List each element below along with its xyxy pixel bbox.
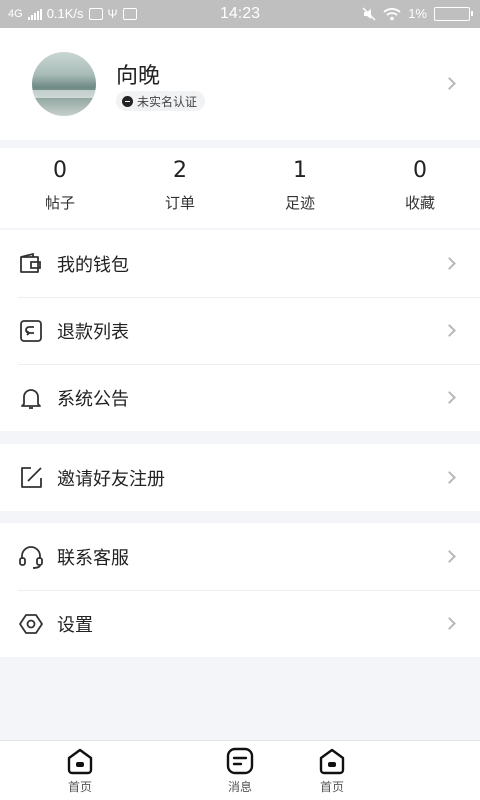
- tab-messages[interactable]: 消息: [210, 747, 270, 795]
- tab-home-secondary[interactable]: 首页: [302, 747, 362, 795]
- menu-label: 退款列表: [57, 322, 129, 343]
- menu-item-invite[interactable]: 邀请好友注册: [0, 444, 480, 511]
- message-icon: [226, 747, 254, 775]
- edit-share-icon: [21, 467, 42, 488]
- battery-level: 1%: [408, 6, 427, 21]
- home-icon: [67, 748, 93, 775]
- verify-status-badge[interactable]: 未实名认证: [116, 91, 206, 111]
- stat-value: 2: [173, 158, 187, 183]
- stat-label: 收藏: [404, 194, 435, 212]
- tab-label: 首页: [67, 780, 92, 794]
- battery-icon: [434, 6, 473, 21]
- stat-orders[interactable]: 2 订单: [140, 158, 220, 213]
- chevron-right-icon: [443, 550, 456, 563]
- chevron-right-icon: [443, 77, 456, 90]
- stat-footprints[interactable]: 1 足迹: [260, 158, 340, 213]
- menu-item-wallet[interactable]: 我的钱包: [0, 230, 480, 297]
- menu-label: 系统公告: [57, 389, 129, 410]
- tab-label: 消息: [227, 780, 252, 794]
- settings-icon: [19, 614, 43, 634]
- wallet-icon: [20, 252, 41, 273]
- stat-label: 足迹: [284, 194, 315, 212]
- bell-icon: [21, 389, 41, 409]
- verify-status-label: 未实名认证: [137, 94, 198, 109]
- status-bar: 4G 0.1K/s Ψ 14:23 1%: [0, 0, 480, 28]
- menu-item-refunds[interactable]: 退款列表: [0, 297, 480, 364]
- menu-group-invite: 邀请好友注册: [0, 444, 480, 511]
- mute-icon: [362, 6, 376, 21]
- headset-icon: [19, 546, 43, 569]
- stat-label: 帖子: [44, 194, 75, 212]
- chevron-right-icon: [443, 617, 456, 630]
- stat-posts[interactable]: 0 帖子: [20, 158, 100, 213]
- chevron-right-icon: [443, 391, 456, 404]
- refund-icon: [20, 320, 42, 342]
- menu-group-account: 我的钱包 退款列表 系统公告: [0, 230, 480, 431]
- menu-label: 邀请好友注册: [57, 469, 165, 490]
- stat-value: 0: [53, 158, 67, 183]
- tab-label: 首页: [319, 780, 344, 794]
- chevron-right-icon: [443, 471, 456, 484]
- bottom-tab-bar: 首页 消息 首页: [0, 740, 480, 800]
- chevron-right-icon: [443, 257, 456, 270]
- minus-circle-icon: [122, 95, 133, 107]
- menu-item-announcements[interactable]: 系统公告: [0, 364, 480, 431]
- home-icon: [319, 748, 345, 775]
- username: 向晚: [116, 64, 161, 89]
- stat-label: 订单: [164, 194, 195, 212]
- menu-label: 我的钱包: [57, 255, 129, 276]
- wifi-icon: [383, 7, 401, 20]
- profile-header[interactable]: 向晚 未实名认证: [0, 28, 480, 140]
- menu-group-support: 联系客服 设置: [0, 523, 480, 657]
- menu-item-settings[interactable]: 设置: [0, 590, 480, 657]
- menu-label: 设置: [57, 615, 93, 636]
- menu-item-support[interactable]: 联系客服: [0, 523, 480, 590]
- stats-bar: 0 帖子 2 订单 1 足迹 0 收藏: [0, 148, 480, 228]
- stat-favorites[interactable]: 0 收藏: [380, 158, 460, 213]
- stat-value: 0: [413, 158, 427, 183]
- avatar[interactable]: [32, 52, 96, 116]
- stat-value: 1: [293, 158, 307, 183]
- menu-label: 联系客服: [57, 548, 129, 569]
- tab-home[interactable]: 首页: [50, 747, 110, 795]
- chevron-right-icon: [443, 324, 456, 337]
